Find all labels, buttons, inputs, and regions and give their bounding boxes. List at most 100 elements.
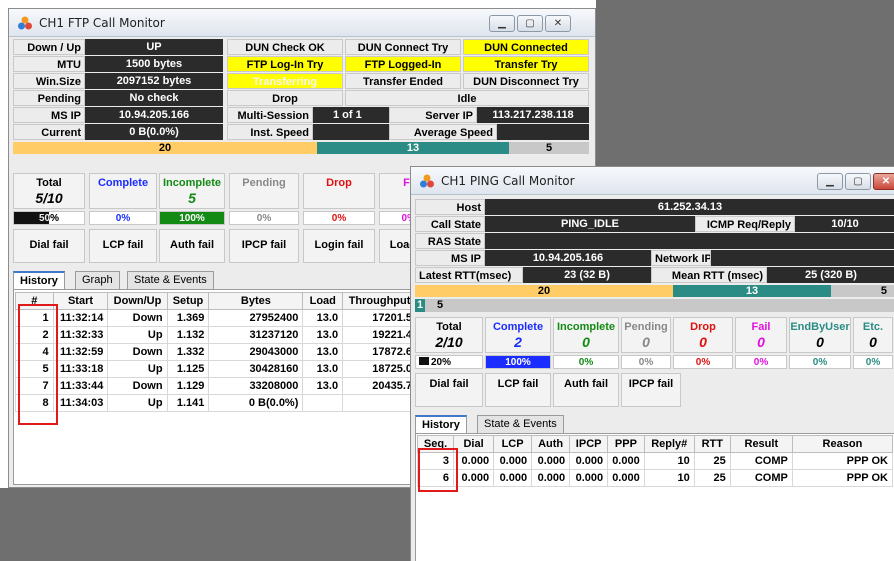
table-cell: 13.0 <box>302 343 344 361</box>
col-lcp[interactable]: LCP <box>493 435 533 453</box>
table-cell: 20435.7 <box>342 377 417 395</box>
table-row[interactable]: 6 0.000 0.000 0.000 0.000 0.000 10 25 COMP PPP OK <box>416 469 894 487</box>
pending-pct: 0% <box>621 355 671 369</box>
drop-box: Drop <box>303 173 375 209</box>
close-button[interactable]: ✕ <box>545 15 571 32</box>
col-result[interactable]: Result <box>729 435 793 453</box>
table-cell: 10 <box>643 452 695 470</box>
current-label: Current <box>13 124 85 140</box>
app-icon <box>18 16 32 30</box>
col-auth[interactable]: Auth <box>531 435 571 453</box>
fail-lcp: LCP fail <box>89 229 157 263</box>
etc-pct: 0% <box>853 355 893 369</box>
table-cell: 0.000 <box>493 469 533 487</box>
highlight-box <box>18 304 58 425</box>
col-ppp[interactable]: PPP <box>607 435 645 453</box>
state-transfer-try: Transfer Try <box>463 56 589 72</box>
fail-auth: Auth fail <box>159 229 225 263</box>
tab-state-events[interactable]: State & Events <box>127 271 214 289</box>
table-cell: 25 <box>693 469 731 487</box>
minimize-button[interactable]: ▁ <box>489 15 515 32</box>
col-ipcp[interactable]: IPCP <box>569 435 609 453</box>
ping-titlebar[interactable]: CH1 PING Call Monitor ▁ ▢ ✕ <box>411 167 894 195</box>
maximize-button[interactable]: ▢ <box>845 173 871 190</box>
incomplete-pct: 100% <box>159 211 225 225</box>
table-row[interactable]: 4 11:32:59 Down 1.332 29043000 13.0 17872.6 <box>15 343 417 361</box>
table-cell: 13.0 <box>302 326 344 344</box>
pending-pct: 0% <box>229 211 299 225</box>
col-reason[interactable]: Reason <box>791 435 894 453</box>
table-row[interactable]: 8 11:34:03 Up 1.141 0 B(0.0%) <box>15 394 417 412</box>
maximize-button[interactable]: ▢ <box>517 15 543 32</box>
col-load[interactable]: Load <box>302 292 344 310</box>
table-cell: 0.000 <box>569 469 609 487</box>
pending-value: No check <box>85 90 223 106</box>
minimize-button[interactable]: ▁ <box>817 173 843 190</box>
col-rtt[interactable]: RTT <box>693 435 731 453</box>
state-dun-connected: DUN Connected <box>463 39 589 55</box>
window-title: CH1 PING Call Monitor <box>441 174 575 188</box>
table-cell: 19221.4 <box>342 326 417 344</box>
table-cell: 11:32:14 <box>52 309 109 327</box>
window-title: CH1 FTP Call Monitor <box>39 16 165 30</box>
table-cell: 1.369 <box>166 309 210 327</box>
tab-graph[interactable]: Graph <box>75 271 120 289</box>
tab-state-events[interactable]: State & Events <box>477 415 564 433</box>
state-dun-check-ok: DUN Check OK <box>227 39 343 55</box>
down-up-value: UP <box>85 39 223 55</box>
average-speed-value <box>497 124 589 140</box>
table-cell: 1.332 <box>166 343 210 361</box>
table-cell: 0.000 <box>569 452 609 470</box>
network-ip-label: Network IP <box>651 250 711 266</box>
table-cell <box>342 394 417 412</box>
col-dial[interactable]: Dial <box>453 435 495 453</box>
table-cell: 30428160 <box>208 360 304 378</box>
close-button[interactable]: ✕ <box>873 173 894 190</box>
table-cell: 11:34:03 <box>52 394 109 412</box>
col-throughput[interactable]: Throughput <box>342 292 417 310</box>
table-cell: PPP OK <box>791 452 894 470</box>
table-cell: 0.000 <box>607 452 645 470</box>
progress-orange: 20 <box>13 142 317 154</box>
tab-history[interactable]: History <box>415 415 467 433</box>
col-start[interactable]: Start <box>52 292 109 310</box>
table-cell: COMP <box>729 452 793 470</box>
desktop-background-bottom <box>0 488 420 561</box>
col-down-up[interactable]: Down/Up <box>107 292 168 310</box>
table-cell: 0.000 <box>453 452 495 470</box>
table-cell: 11:32:59 <box>52 343 109 361</box>
table-cell: 27952400 <box>208 309 304 327</box>
table-cell: 0.000 <box>493 452 533 470</box>
ftp-titlebar[interactable]: CH1 FTP Call Monitor ▁ ▢ ✕ <box>9 9 595 37</box>
host-label: Host <box>415 199 485 215</box>
table-row[interactable]: 1 11:32:14 Down 1.369 27952400 13.0 17201.5 <box>15 309 417 327</box>
ping-history-table: Seq. Dial LCP Auth IPCP PPP Reply# RTT R… <box>416 435 894 487</box>
state-ftp-logged-in: FTP Logged-In <box>345 56 461 72</box>
table-cell: 10 <box>643 469 695 487</box>
table-row[interactable]: 3 0.000 0.000 0.000 0.000 0.000 10 25 COMP PPP OK <box>416 452 894 470</box>
ftp-tabs: History Graph State & Events <box>13 271 413 289</box>
fail-box: Fail 0 <box>735 317 787 353</box>
table-cell: 25 <box>693 452 731 470</box>
total-pct: 50% <box>13 211 85 225</box>
ras-state-value <box>485 233 894 249</box>
fail-dial: Dial fail <box>13 229 85 263</box>
col-setup[interactable]: Setup <box>166 292 210 310</box>
table-row[interactable]: 7 11:33:44 Down 1.129 33208000 13.0 20435.7 <box>15 377 417 395</box>
icmp-label: ICMP Req/Reply <box>695 216 795 232</box>
complete-box: Complete <box>89 173 157 209</box>
col-bytes[interactable]: Bytes <box>208 292 304 310</box>
inst-speed-label: Inst. Speed <box>227 124 313 140</box>
pending-label: Pending <box>13 90 85 106</box>
incomplete-box: Incomplete 5 <box>159 173 225 209</box>
icmp-value: 10/10 <box>795 216 894 232</box>
table-row[interactable]: 2 11:32:33 Up 1.132 31237120 13.0 19221.4 <box>15 326 417 344</box>
ms-ip-value: 10.94.205.166 <box>485 250 651 266</box>
table-cell: 17872.6 <box>342 343 417 361</box>
ftp-history-table: # Start Down/Up Setup Bytes Load Through… <box>15 292 417 412</box>
table-row[interactable]: 5 11:33:18 Up 1.125 30428160 13.0 18725.0 <box>15 360 417 378</box>
col-reply[interactable]: Reply# <box>643 435 695 453</box>
drop-pct: 0% <box>673 355 733 369</box>
tab-history[interactable]: History <box>13 271 65 289</box>
progress-gray: 5 <box>509 142 589 154</box>
